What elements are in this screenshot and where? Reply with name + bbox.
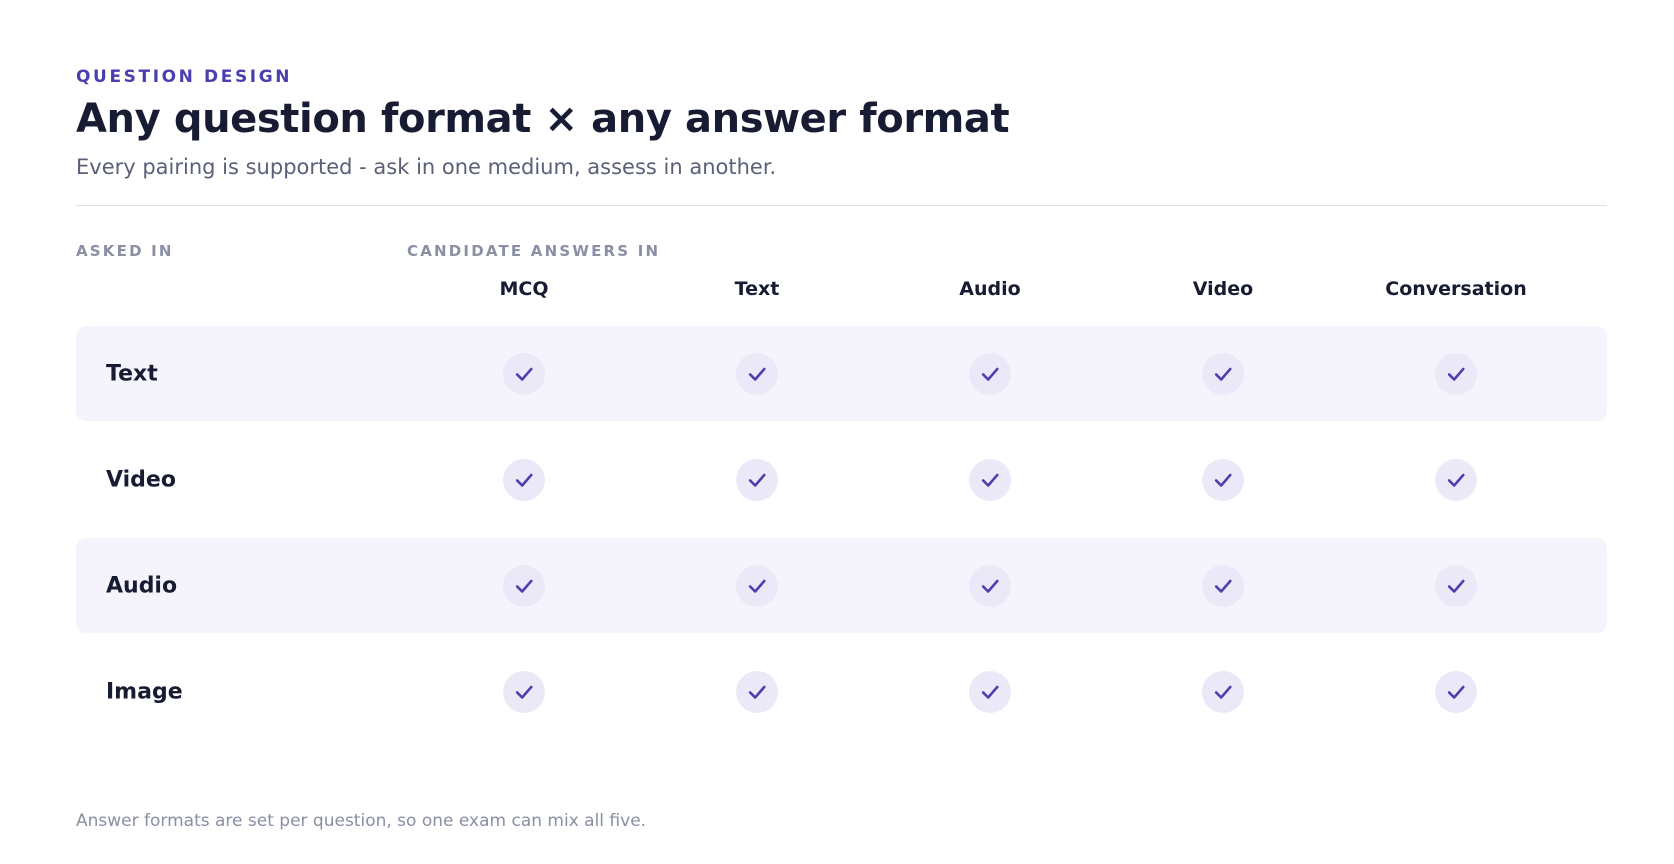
- row-label: Image: [106, 679, 183, 704]
- check-icon: [1202, 670, 1244, 713]
- column-header-conversation: Conversation: [1385, 278, 1527, 300]
- header-divider: [76, 205, 1607, 206]
- matrix-row-image: Image: [76, 644, 1607, 739]
- check-icon: [969, 352, 1011, 395]
- check-icon: [1435, 670, 1477, 713]
- page-subtitle: Every pairing is supported - ask in one …: [76, 155, 777, 179]
- check-icon: [1435, 458, 1477, 501]
- row-axis-label: ASKED IN: [76, 242, 174, 260]
- check-icon: [1202, 564, 1244, 607]
- check-icon: [736, 352, 778, 395]
- matrix-row-audio: Audio: [76, 538, 1607, 633]
- check-icon: [1202, 458, 1244, 501]
- check-icon: [736, 564, 778, 607]
- footnote: Answer formats are set per question, so …: [76, 811, 647, 831]
- column-header-audio: Audio: [959, 278, 1021, 300]
- row-label: Audio: [106, 573, 178, 598]
- row-label: Text: [106, 361, 158, 386]
- check-icon: [1202, 352, 1244, 395]
- matrix-row-video: Video: [76, 432, 1607, 527]
- page-title: Any question format × any answer format: [76, 96, 1010, 142]
- check-icon: [969, 670, 1011, 713]
- section-eyebrow: QUESTION DESIGN: [76, 67, 293, 87]
- row-label: Video: [106, 467, 176, 492]
- check-icon: [503, 352, 545, 395]
- matrix-row-text: Text: [76, 326, 1607, 421]
- check-icon: [736, 670, 778, 713]
- column-axis-label: CANDIDATE ANSWERS IN: [407, 242, 661, 260]
- check-icon: [1435, 352, 1477, 395]
- check-icon: [736, 458, 778, 501]
- check-icon: [503, 458, 545, 501]
- check-icon: [503, 564, 545, 607]
- check-icon: [969, 564, 1011, 607]
- column-header-video: Video: [1192, 278, 1254, 300]
- check-icon: [1435, 564, 1477, 607]
- column-header-mcq: MCQ: [499, 278, 549, 300]
- column-header-text: Text: [734, 278, 780, 300]
- check-icon: [503, 670, 545, 713]
- check-icon: [969, 458, 1011, 501]
